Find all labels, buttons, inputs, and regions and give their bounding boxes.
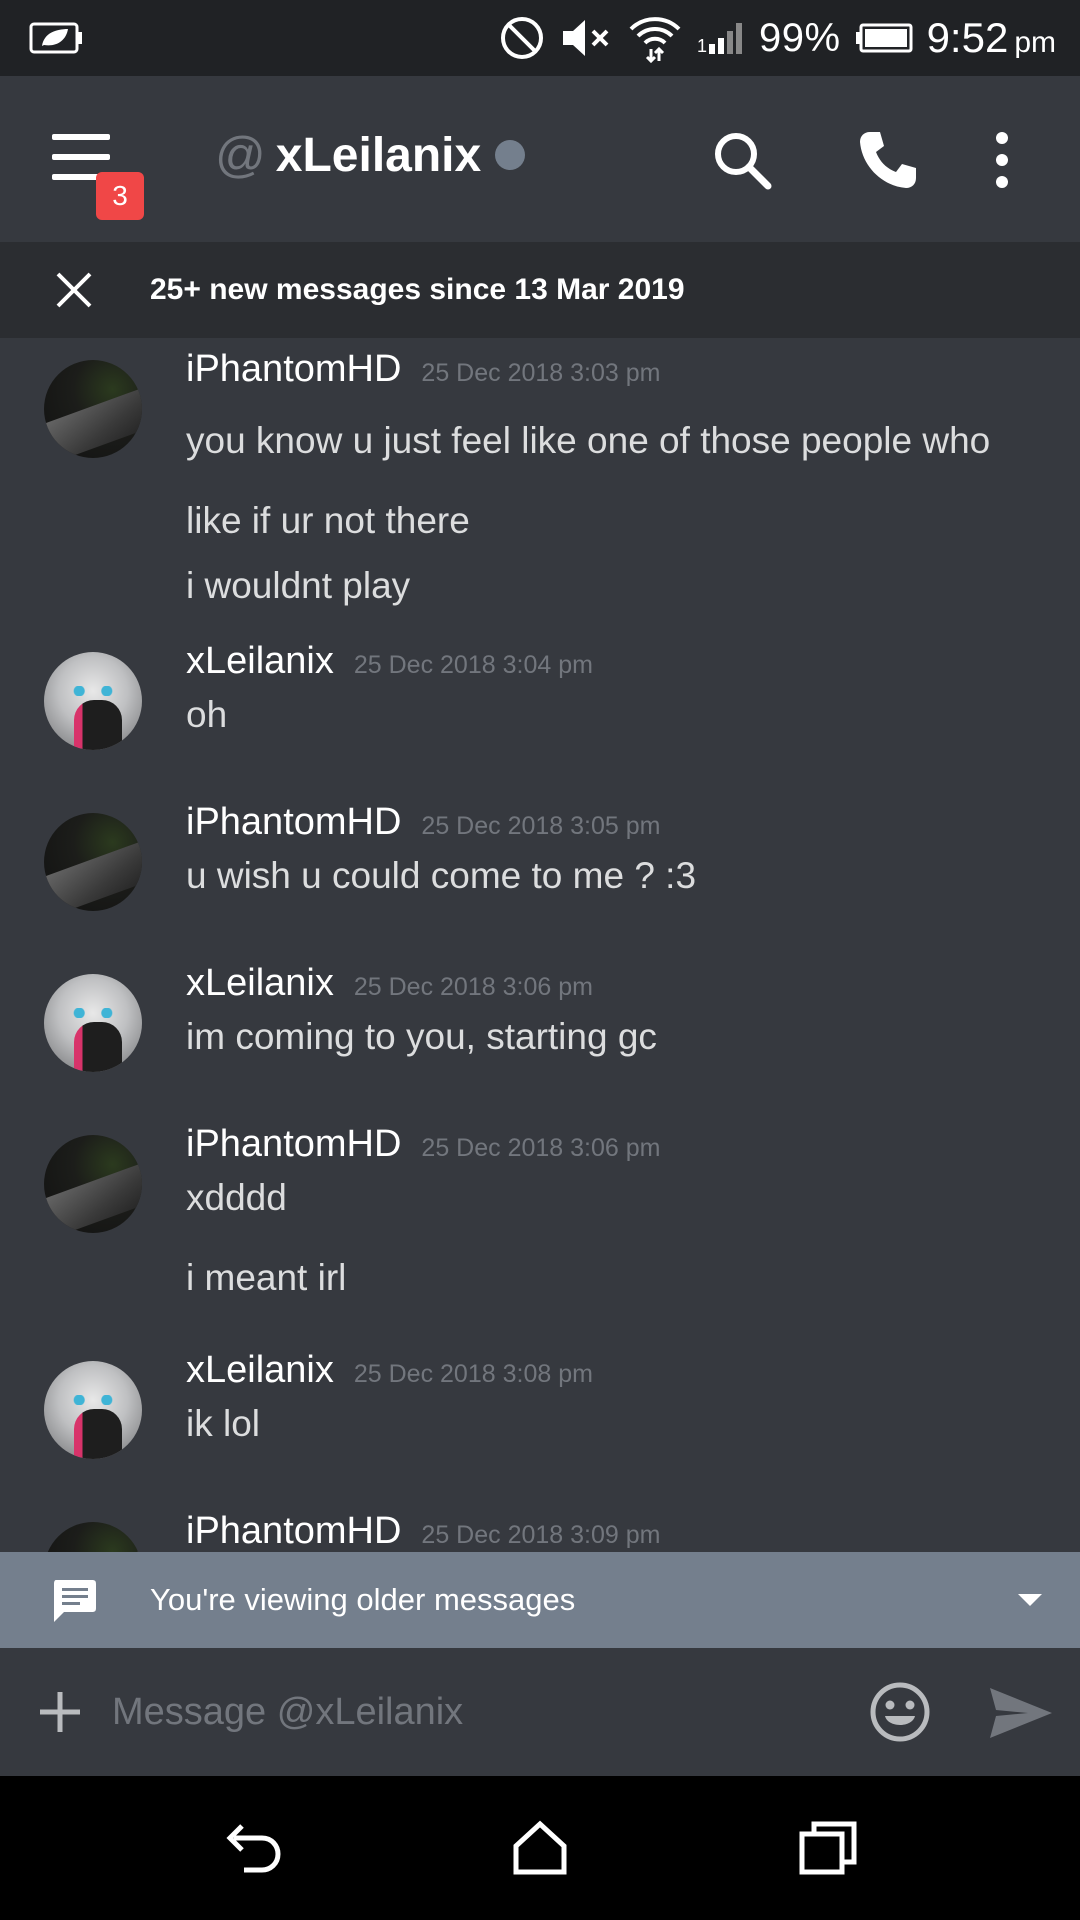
- message-author[interactable]: iPhantomHD: [186, 1123, 401, 1166]
- message-composer: [0, 1648, 1080, 1776]
- message-author[interactable]: iPhantomHD: [186, 1510, 401, 1552]
- clock-ampm: pm: [1014, 26, 1056, 59]
- message-group: xLeilanix 25 Dec 2018 3:08 pm ik lol: [0, 1339, 1080, 1489]
- message-header: iPhantomHD 25 Dec 2018 3:06 pm: [186, 1123, 660, 1166]
- message-author[interactable]: iPhantomHD: [186, 801, 401, 844]
- send-icon[interactable]: [988, 1686, 1054, 1740]
- back-icon[interactable]: [222, 1820, 282, 1876]
- dm-recipient-name: xLeilanix: [275, 128, 482, 182]
- message-header: xLeilanix 25 Dec 2018 3:04 pm: [186, 640, 593, 683]
- message-timestamp: 25 Dec 2018 3:09 pm: [421, 1521, 661, 1549]
- mute-icon: [563, 20, 609, 56]
- older-messages-banner[interactable]: You're viewing older messages: [0, 1552, 1080, 1648]
- avatar[interactable]: [44, 1135, 142, 1233]
- message-group: iPhantomHD 25 Dec 2018 3:03 pm you know …: [0, 338, 1080, 620]
- hamburger-line: [52, 134, 110, 140]
- message-group: iPhantomHD 25 Dec 2018 3:05 pm u wish u …: [0, 791, 1080, 941]
- avatar[interactable]: [44, 974, 142, 1072]
- do-not-disturb-icon: [501, 17, 543, 59]
- message-text[interactable]: like if ur not there: [186, 500, 470, 542]
- system-nav-bar: [0, 1776, 1080, 1920]
- presence-status-dot: [495, 140, 526, 170]
- more-options-icon[interactable]: [982, 128, 1022, 192]
- message-input[interactable]: [110, 1674, 830, 1750]
- message-header: xLeilanix 25 Dec 2018 3:06 pm: [186, 962, 593, 1005]
- home-icon[interactable]: [510, 1820, 570, 1876]
- clock-time: 9:52: [926, 14, 1009, 61]
- message-group: iPhantomHD 25 Dec 2018 3:06 pm xdddd i m…: [0, 1113, 1080, 1333]
- message-header: iPhantomHD 25 Dec 2018 3:03 pm: [186, 348, 660, 391]
- message-text[interactable]: oh: [186, 694, 227, 736]
- message-timestamp: 25 Dec 2018 3:06 pm: [353, 973, 593, 1001]
- channel-title[interactable]: @ xLeilanix: [215, 126, 526, 184]
- search-icon[interactable]: [710, 128, 774, 192]
- battery-icon: [855, 23, 913, 53]
- message-text[interactable]: i wouldnt play: [186, 565, 410, 607]
- new-messages-text: 25+ new messages since 13 Mar 2019: [150, 273, 685, 306]
- message-timestamp: 25 Dec 2018 3:05 pm: [421, 812, 661, 840]
- older-messages-text: You're viewing older messages: [150, 1582, 576, 1617]
- message-timestamp: 25 Dec 2018 3:08 pm: [353, 1360, 593, 1388]
- new-messages-bar[interactable]: 25+ new messages since 13 Mar 2019: [0, 242, 1080, 338]
- message-list[interactable]: iPhantomHD 25 Dec 2018 3:03 pm you know …: [0, 338, 1080, 1552]
- hamburger-line: [52, 154, 110, 160]
- avatar[interactable]: [44, 652, 142, 750]
- message-timestamp: 25 Dec 2018 3:04 pm: [353, 651, 593, 679]
- message-text[interactable]: you know u just feel like one of those p…: [186, 420, 990, 462]
- message-group: xLeilanix 25 Dec 2018 3:04 pm oh: [0, 630, 1080, 780]
- avatar[interactable]: [44, 360, 142, 458]
- recents-icon[interactable]: [798, 1820, 858, 1876]
- chat-bubble-icon: [54, 1580, 96, 1622]
- message-header: iPhantomHD 25 Dec 2018 3:05 pm: [186, 801, 660, 844]
- at-sign: @: [215, 127, 266, 183]
- message-text[interactable]: im coming to you, starting gc: [186, 1016, 657, 1058]
- message-author[interactable]: xLeilanix: [186, 640, 334, 683]
- close-icon[interactable]: [54, 270, 94, 310]
- wifi-icon: [629, 17, 681, 63]
- message-timestamp: 25 Dec 2018 3:06 pm: [421, 1134, 661, 1162]
- message-text[interactable]: u wish u could come to me ? :3: [186, 855, 696, 897]
- svg-text:1: 1: [697, 36, 707, 56]
- clock: 9:52 pm: [927, 14, 1056, 62]
- message-text[interactable]: i meant irl: [186, 1257, 346, 1299]
- app-header: 3 @ xLeilanix: [0, 76, 1080, 242]
- message-author[interactable]: xLeilanix: [186, 1349, 334, 1392]
- message-timestamp: 25 Dec 2018 3:03 pm: [421, 359, 661, 387]
- message-header: iPhantomHD 25 Dec 2018 3:09 pm: [186, 1510, 660, 1552]
- emoji-icon[interactable]: [868, 1680, 932, 1744]
- leaf-battery-saver-icon: [29, 22, 82, 54]
- signal-icon: 1: [697, 23, 742, 56]
- message-text[interactable]: ik lol: [186, 1403, 260, 1445]
- message-text[interactable]: xdddd: [186, 1177, 287, 1219]
- avatar[interactable]: [44, 1361, 142, 1459]
- phone-call-icon[interactable]: [856, 128, 920, 192]
- status-bar: 1 99% 9:52 pm: [0, 0, 1080, 76]
- chevron-down-icon[interactable]: [1016, 1592, 1044, 1608]
- message-author[interactable]: xLeilanix: [186, 962, 334, 1005]
- avatar[interactable]: [44, 813, 142, 911]
- add-attachment-icon[interactable]: [36, 1688, 84, 1736]
- message-group: xLeilanix 25 Dec 2018 3:06 pm im coming …: [0, 952, 1080, 1102]
- message-group: iPhantomHD 25 Dec 2018 3:09 pm: [0, 1500, 1080, 1552]
- battery-percent: 99%: [759, 15, 841, 60]
- unread-badge: 3: [96, 172, 144, 220]
- avatar[interactable]: [44, 1522, 142, 1552]
- message-author[interactable]: iPhantomHD: [186, 348, 401, 391]
- message-header: xLeilanix 25 Dec 2018 3:08 pm: [186, 1349, 593, 1392]
